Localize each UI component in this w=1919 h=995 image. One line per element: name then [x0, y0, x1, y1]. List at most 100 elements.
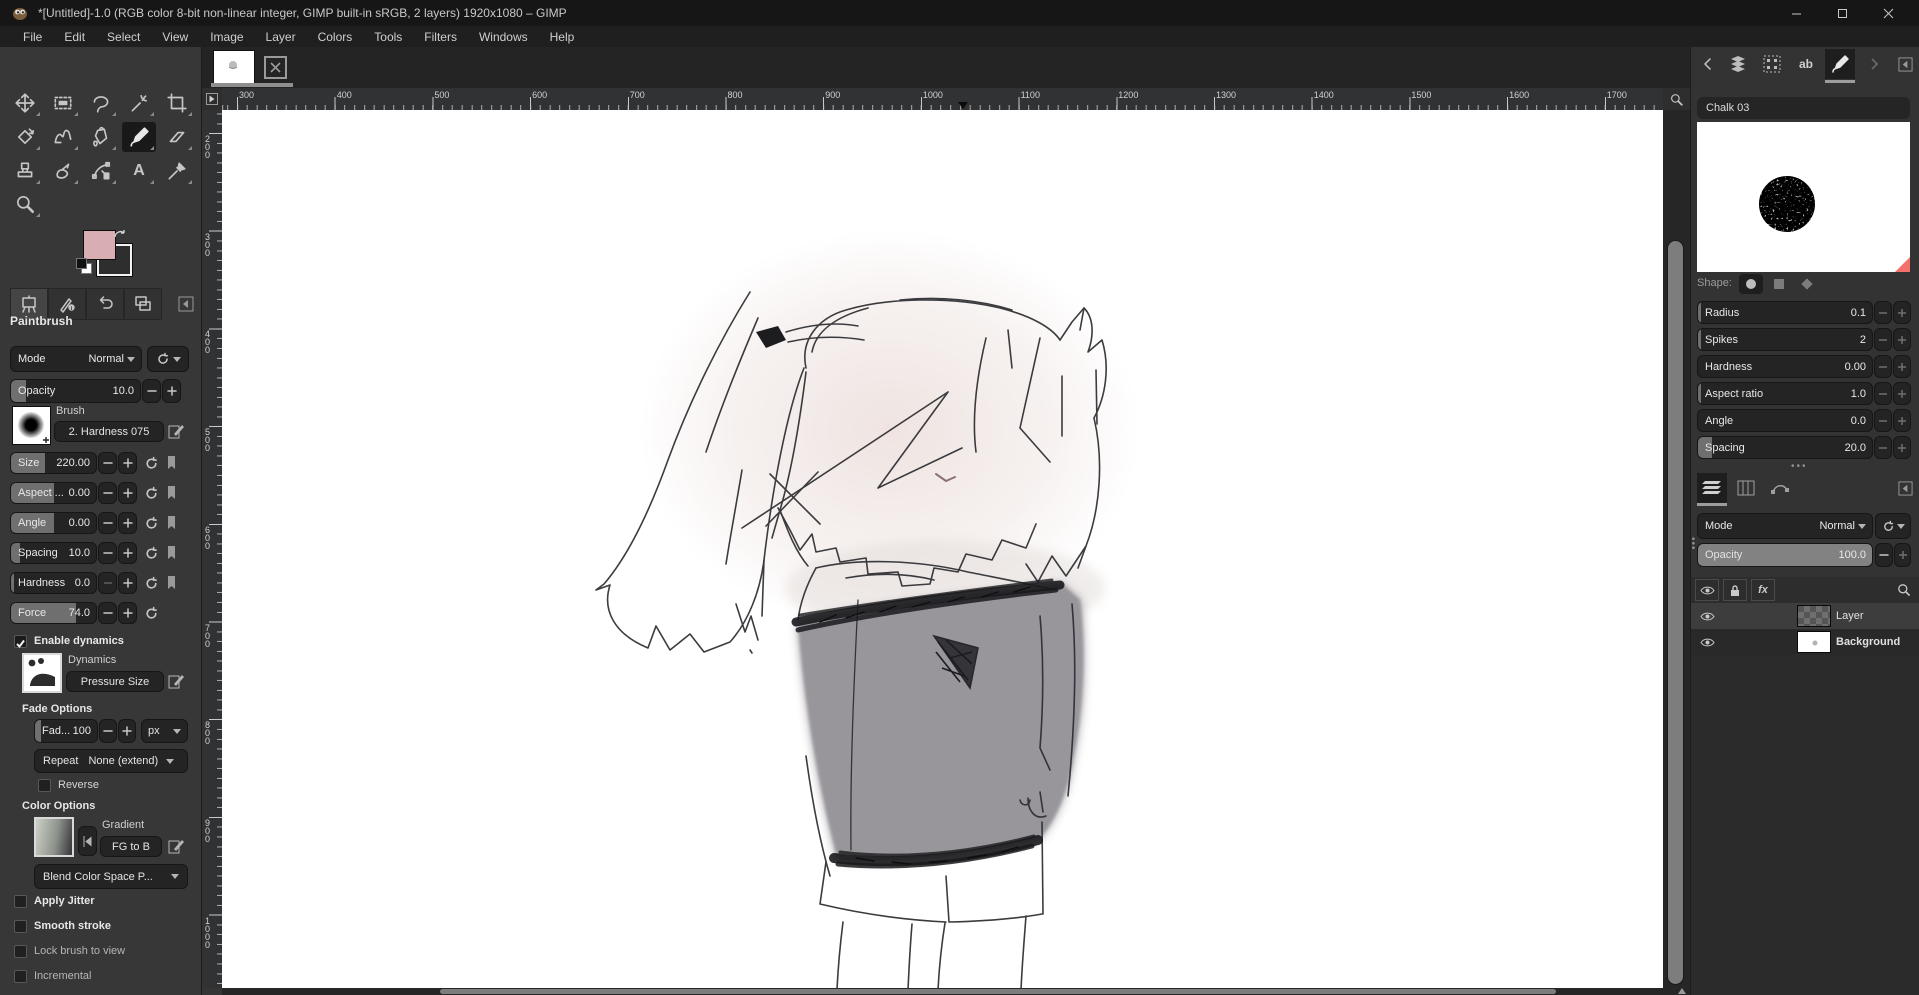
- spacing-param-decrement-button[interactable]: [1874, 436, 1892, 459]
- spikes-decrement-button[interactable]: [1874, 328, 1892, 351]
- dock-menu-icon[interactable]: [178, 296, 194, 312]
- tab-paths[interactable]: [1765, 473, 1795, 503]
- angle-increment-button[interactable]: [118, 512, 137, 534]
- apply-jitter-checkbox[interactable]: [14, 895, 27, 908]
- menu-help[interactable]: Help: [539, 28, 586, 46]
- brush-thumbnail[interactable]: [12, 406, 51, 445]
- spacing-slider[interactable]: Spacing10.0: [10, 542, 97, 564]
- layers-dock-menu-icon[interactable]: [1890, 473, 1919, 503]
- enable-dynamics-checkbox[interactable]: [14, 635, 27, 648]
- angle-reset-icon[interactable]: [141, 512, 162, 534]
- layer-opacity-slider[interactable]: Opacity 100.0: [1697, 543, 1873, 567]
- smooth-stroke-checkbox[interactable]: [14, 920, 27, 933]
- spacing-reset-icon[interactable]: [141, 542, 162, 564]
- hardness-increment-button[interactable]: [118, 572, 137, 594]
- effects-column-icon[interactable]: fx: [1751, 579, 1775, 601]
- brush-select-button[interactable]: 2. Hardness 075: [54, 421, 164, 442]
- layer-row-active[interactable]: Layer: [1691, 603, 1919, 629]
- angle-link-icon[interactable]: [164, 512, 179, 534]
- force-reset-icon[interactable]: [141, 602, 162, 624]
- spacing-param-slider[interactable]: Spacing20.0: [1697, 436, 1873, 459]
- hardness-reset-icon[interactable]: [141, 572, 162, 594]
- aspect-link-icon[interactable]: [164, 482, 179, 504]
- dynamics-thumbnail[interactable]: [22, 653, 62, 693]
- menu-file[interactable]: File: [12, 28, 53, 46]
- angle-slider[interactable]: Angle0.00: [10, 512, 97, 534]
- layer-mode-dropdown[interactable]: Mode Normal: [1697, 513, 1873, 539]
- layer-mode-reset-button[interactable]: [1875, 513, 1911, 539]
- foreground-color-swatch[interactable]: [83, 230, 116, 260]
- layer-search-icon[interactable]: [1896, 582, 1912, 598]
- drawing-canvas[interactable]: [222, 110, 1663, 988]
- aspect-decrement-button[interactable]: [98, 482, 117, 504]
- dock-tab-patterns-icon[interactable]: [1757, 49, 1787, 79]
- spacing-decrement-button[interactable]: [98, 542, 117, 564]
- spacing-increment-button[interactable]: [118, 542, 137, 564]
- default-colors-icon[interactable]: [76, 258, 87, 269]
- dynamics-edit-icon[interactable]: [168, 673, 185, 690]
- spikes-slider[interactable]: Spikes2: [1697, 328, 1873, 351]
- size-decrement-button[interactable]: [98, 452, 117, 474]
- repeat-dropdown[interactable]: RepeatNone (extend): [34, 749, 188, 773]
- dynamics-select-button[interactable]: Pressure Size: [66, 671, 164, 692]
- menu-filters[interactable]: Filters: [413, 28, 468, 46]
- dock-tab-layers-stack-icon[interactable]: [1723, 49, 1753, 79]
- dock-tab-scroll-right-icon[interactable]: [1859, 49, 1889, 79]
- tab-images[interactable]: [124, 288, 162, 320]
- menu-view[interactable]: View: [151, 28, 199, 46]
- swap-colors-icon[interactable]: [113, 228, 127, 240]
- text-tool[interactable]: A: [122, 156, 156, 186]
- fade-unit-dropdown[interactable]: px: [141, 719, 188, 743]
- gradient-select-button[interactable]: FG to B: [100, 836, 162, 857]
- opacity-decrement-button[interactable]: [142, 379, 161, 403]
- layer-name[interactable]: Layer: [1836, 610, 1864, 622]
- horizontal-ruler[interactable]: 3004005006007008009001000110012001300140…: [222, 88, 1663, 110]
- tab-layers[interactable]: [1697, 473, 1727, 503]
- layer-row-background[interactable]: Background: [1691, 629, 1919, 655]
- angle-param-increment-button[interactable]: [1893, 409, 1911, 432]
- gradient-thumbnail[interactable]: [34, 817, 74, 857]
- close-view-icon[interactable]: [264, 56, 287, 79]
- spacing-link-icon[interactable]: [164, 542, 179, 564]
- force-decrement-button[interactable]: [98, 602, 117, 624]
- opacity-increment-button[interactable]: [162, 379, 181, 403]
- dock-tab-brushes-icon[interactable]: [1825, 49, 1855, 79]
- shape-circle-button[interactable]: [1739, 274, 1763, 294]
- menu-image[interactable]: Image: [199, 28, 254, 46]
- warp-transform-tool[interactable]: [46, 122, 80, 152]
- aspect-increment-button[interactable]: [118, 482, 137, 504]
- hardness-decrement-button[interactable]: [98, 572, 117, 594]
- layer-opacity-increment-button[interactable]: [1894, 543, 1911, 567]
- shape-square-button[interactable]: [1767, 274, 1791, 294]
- fade-increment-button[interactable]: [118, 719, 136, 743]
- tab-undo-history[interactable]: [86, 288, 124, 320]
- aspect-reset-icon[interactable]: [141, 482, 162, 504]
- layer-thumbnail[interactable]: [1797, 631, 1831, 653]
- hardness-link-icon[interactable]: [164, 572, 179, 594]
- size-reset-icon[interactable]: [141, 452, 162, 474]
- brush-edit-icon[interactable]: [168, 423, 185, 440]
- radius-slider[interactable]: Radius0.1: [1697, 301, 1873, 324]
- dock-tab-fonts-icon[interactable]: ab: [1791, 49, 1821, 79]
- aspect-param-decrement-button[interactable]: [1874, 382, 1892, 405]
- menu-edit[interactable]: Edit: [53, 28, 96, 46]
- zoom-tool[interactable]: [8, 189, 42, 219]
- aspect-ratio-param-slider[interactable]: Aspect ratio1.0: [1697, 382, 1873, 405]
- lock-column-icon[interactable]: [1723, 579, 1747, 601]
- layer-visibility-icon[interactable]: [1695, 637, 1719, 648]
- opacity-slider[interactable]: Opacity 10.0: [10, 379, 141, 403]
- layer-visibility-icon[interactable]: [1695, 611, 1719, 622]
- free-select-tool[interactable]: [84, 88, 118, 118]
- dock-splitter-handle[interactable]: •••: [1791, 461, 1808, 472]
- size-slider[interactable]: Size220.00: [10, 452, 97, 474]
- menu-layer[interactable]: Layer: [255, 28, 307, 46]
- fade-decrement-button[interactable]: [99, 719, 117, 743]
- angle-param-decrement-button[interactable]: [1874, 409, 1892, 432]
- hardness-param-increment-button[interactable]: [1893, 355, 1911, 378]
- paintbrush-tool[interactable]: [122, 122, 156, 152]
- fade-length-field[interactable]: Fad... 100: [34, 719, 98, 743]
- menu-colors[interactable]: Colors: [307, 28, 364, 46]
- paths-tool[interactable]: [84, 156, 118, 186]
- layer-thumbnail[interactable]: [1797, 605, 1831, 627]
- aspect-param-increment-button[interactable]: [1893, 382, 1911, 405]
